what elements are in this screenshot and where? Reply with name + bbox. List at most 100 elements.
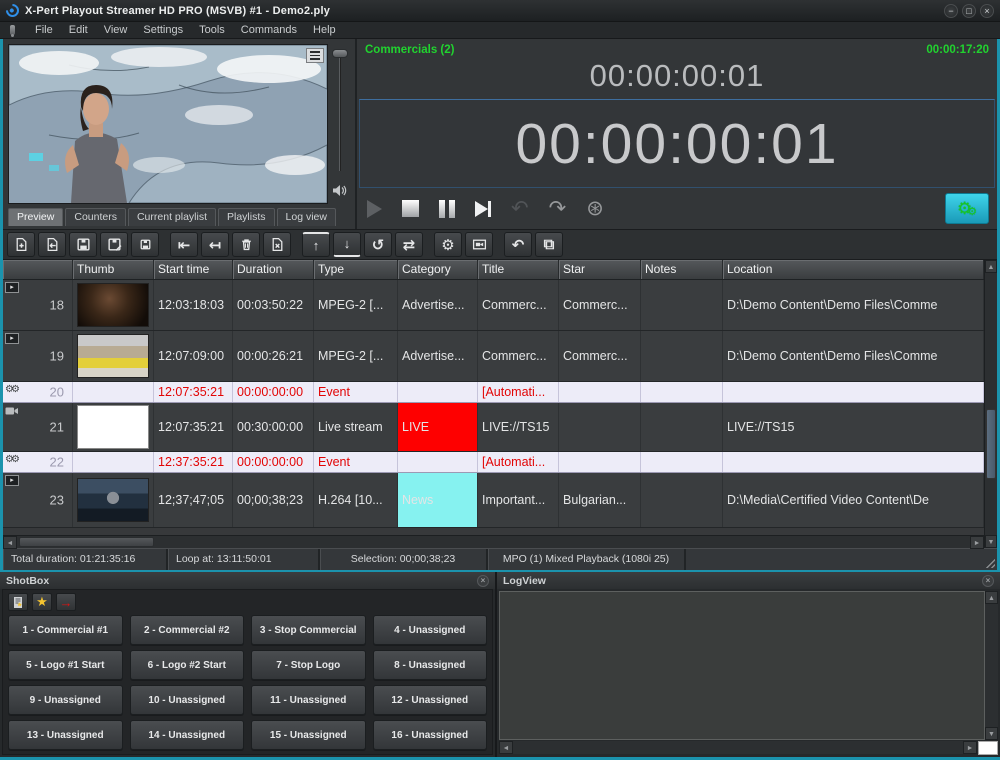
insert-item-above-button[interactable]: ⇤: [170, 232, 198, 257]
tab-preview[interactable]: Preview: [8, 208, 63, 226]
cue-gears-button[interactable]: ⚙⚙: [945, 193, 989, 224]
table-row-21[interactable]: 21 12:07:35:21 00:30:00:00 Live stream L…: [3, 403, 984, 452]
col-location[interactable]: Location: [723, 260, 984, 279]
shot-button-1[interactable]: 1 - Commercial #1: [8, 615, 123, 645]
delete-item-button[interactable]: [232, 232, 260, 257]
tab-log-view[interactable]: Log view: [277, 208, 336, 226]
star-cell: Commerc...: [559, 331, 641, 381]
save-playlist-as-button[interactable]: [100, 232, 128, 257]
skip-next-button[interactable]: [475, 201, 491, 217]
scroll-left-arrow[interactable]: ◄: [3, 536, 17, 549]
vertical-scrollbar[interactable]: ▲ ▼: [984, 260, 997, 548]
shot-button-5[interactable]: 5 - Logo #1 Start: [8, 650, 123, 680]
undo-icon[interactable]: ↶: [511, 199, 529, 219]
clear-playlist-button[interactable]: [263, 232, 291, 257]
col-thumb[interactable]: Thumb: [73, 260, 154, 279]
col-title[interactable]: Title: [478, 260, 559, 279]
resize-grip-icon[interactable]: [984, 557, 995, 568]
menu-tools[interactable]: Tools: [191, 24, 233, 36]
shot-button-8[interactable]: 8 - Unassigned: [373, 650, 488, 680]
shot-button-3[interactable]: 3 - Stop Commercial: [251, 615, 366, 645]
log-output[interactable]: [499, 591, 985, 740]
app-logo-icon: [3, 1, 21, 19]
logview-vertical-scrollbar[interactable]: ▲ ▼: [985, 591, 998, 740]
new-playlist-button[interactable]: [7, 232, 35, 257]
tab-current-playlist[interactable]: Current playlist: [128, 208, 216, 226]
star-icon[interactable]: ★: [32, 593, 52, 611]
minimize-button[interactable]: −: [944, 4, 958, 18]
open-playlist-button[interactable]: [38, 232, 66, 257]
tab-playlists[interactable]: Playlists: [218, 208, 275, 226]
menu-edit[interactable]: Edit: [61, 24, 96, 36]
shot-button-16[interactable]: 16 - Unassigned: [373, 720, 488, 750]
capture-button[interactable]: [465, 232, 493, 257]
table-row-19[interactable]: ▸19 12:07:09:00 00:00:26:21 MPEG-2 [... …: [3, 331, 984, 382]
save-playlist-button[interactable]: [69, 232, 97, 257]
shot-button-13[interactable]: 13 - Unassigned: [8, 720, 123, 750]
menu-view[interactable]: View: [96, 24, 136, 36]
col-category[interactable]: Category: [398, 260, 478, 279]
menu-commands[interactable]: Commands: [233, 24, 305, 36]
shotbox-close-icon[interactable]: ×: [477, 575, 489, 587]
table-row-20[interactable]: ⚙⚙20 12:07:35:21 00:00:00:00 Event [Auto…: [3, 382, 984, 403]
menu-settings[interactable]: Settings: [135, 24, 191, 36]
shot-button-6[interactable]: 6 - Logo #2 Start: [130, 650, 245, 680]
undo-toolbar-button[interactable]: ↶: [504, 232, 532, 257]
tab-counters[interactable]: Counters: [65, 208, 126, 226]
shot-button-7[interactable]: 7 - Stop Logo: [251, 650, 366, 680]
table-row-22[interactable]: ⚙⚙22 12:37:35:21 00:00:00:00 Event [Auto…: [3, 452, 984, 473]
scrollbar-thumb[interactable]: [986, 409, 996, 479]
redo-icon[interactable]: ↷: [549, 199, 567, 219]
red-arrow-icon[interactable]: →: [56, 593, 76, 611]
col-duration[interactable]: Duration: [233, 260, 314, 279]
shot-button-12[interactable]: 12 - Unassigned: [373, 685, 488, 715]
shot-button-4[interactable]: 4 - Unassigned: [373, 615, 488, 645]
loop-button[interactable]: ↺: [364, 232, 392, 257]
shot-button-15[interactable]: 15 - Unassigned: [251, 720, 366, 750]
scrollbar-thumb[interactable]: [19, 537, 154, 547]
save-selection-button[interactable]: [131, 232, 159, 257]
stop-button[interactable]: [402, 200, 419, 217]
logview-close-icon[interactable]: ×: [982, 575, 994, 587]
shuffle-button[interactable]: ⇄: [395, 232, 423, 257]
assign-clip-icon[interactable]: [8, 593, 28, 611]
scroll-up-arrow[interactable]: ▲: [985, 260, 997, 273]
volume-slider[interactable]: [331, 47, 349, 197]
scroll-down-arrow[interactable]: ▼: [985, 727, 998, 740]
table-row-18[interactable]: ▸18 12:03:18:03 00:03:50:22 MPEG-2 [... …: [3, 280, 984, 331]
hamburger-menu-icon[interactable]: [306, 48, 324, 63]
table-row-23[interactable]: ▸23 12;37;47;05 00;00;38;23 H.264 [10...…: [3, 473, 984, 528]
shot-button-9[interactable]: 9 - Unassigned: [8, 685, 123, 715]
settings-button[interactable]: ⚙: [434, 232, 462, 257]
shot-button-10[interactable]: 10 - Unassigned: [130, 685, 245, 715]
move-item-up-button[interactable]: ↑: [302, 232, 330, 257]
scroll-right-arrow[interactable]: ►: [963, 741, 977, 754]
pause-button[interactable]: [439, 200, 455, 218]
volume-handle[interactable]: [332, 49, 348, 58]
menu-help[interactable]: Help: [305, 24, 344, 36]
shot-button-2[interactable]: 2 - Commercial #2: [130, 615, 245, 645]
scroll-left-arrow[interactable]: ◄: [499, 741, 513, 754]
col-rownum[interactable]: [3, 260, 73, 279]
col-star[interactable]: Star: [559, 260, 641, 279]
shot-button-14[interactable]: 14 - Unassigned: [130, 720, 245, 750]
col-start-time[interactable]: Start time: [154, 260, 233, 279]
duplicate-window-button[interactable]: ⧉: [535, 232, 563, 257]
scroll-up-arrow[interactable]: ▲: [985, 591, 998, 604]
horizontal-scrollbar[interactable]: ◄ ►: [3, 535, 984, 548]
scroll-down-arrow[interactable]: ▼: [985, 535, 997, 548]
scroll-right-arrow[interactable]: ►: [970, 536, 984, 549]
close-button[interactable]: ×: [980, 4, 994, 18]
resize-grip[interactable]: [978, 741, 998, 755]
col-notes[interactable]: Notes: [641, 260, 723, 279]
maximize-button[interactable]: □: [962, 4, 976, 18]
logview-horizontal-scrollbar[interactable]: ◄ ►: [499, 741, 977, 754]
col-type[interactable]: Type: [314, 260, 398, 279]
move-item-down-button[interactable]: ↓: [333, 232, 361, 257]
shot-button-11[interactable]: 11 - Unassigned: [251, 685, 366, 715]
play-button[interactable]: [367, 200, 382, 218]
logview-panel: LogView × ▲ ▼ ◄ ►: [497, 572, 1000, 757]
menu-file[interactable]: File: [27, 24, 61, 36]
media-reel-icon[interactable]: ⊛: [586, 199, 604, 219]
insert-item-below-button[interactable]: ↤: [201, 232, 229, 257]
